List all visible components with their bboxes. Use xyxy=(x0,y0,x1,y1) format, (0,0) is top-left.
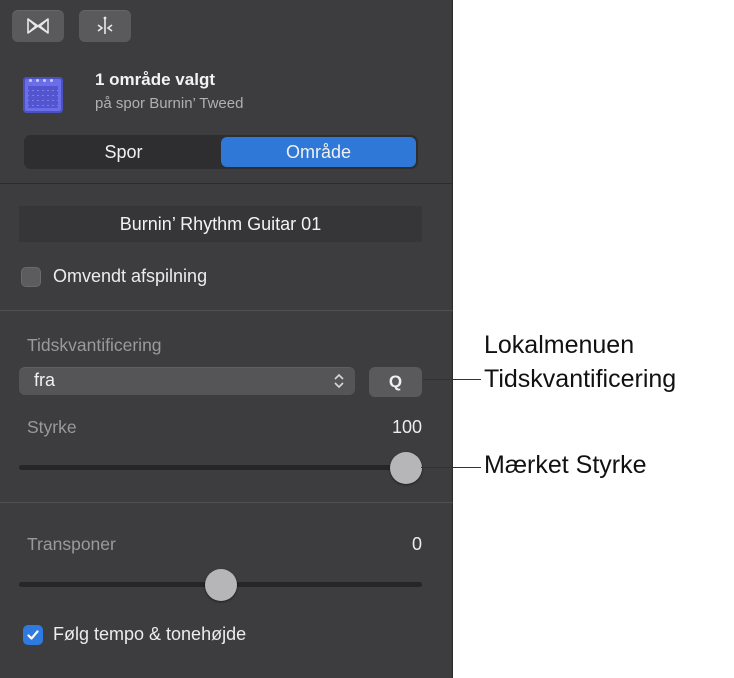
quantize-q-button[interactable]: Q xyxy=(369,367,422,397)
section-divider xyxy=(0,502,453,503)
chevron-up-down-icon xyxy=(334,373,344,389)
strength-label: Styrke xyxy=(27,417,77,437)
quantize-popup-menu[interactable]: fra xyxy=(19,367,355,395)
follow-tempo-label: Følg tempo & tonehøjde xyxy=(53,624,247,644)
header-divider xyxy=(0,183,453,184)
section-divider xyxy=(0,310,453,311)
strength-value: 100 xyxy=(391,417,422,437)
tuning-button[interactable] xyxy=(79,10,131,42)
quantize-callout-line xyxy=(423,379,481,380)
region-track-subtitle: på spor Burnin’ Tweed xyxy=(95,95,244,112)
transpose-value: 0 xyxy=(411,534,422,554)
quantize-callout-line2: Tidskvantificering xyxy=(484,365,677,393)
tuning-fork-icon xyxy=(97,16,113,34)
amp-icon xyxy=(23,77,63,113)
region-name-field[interactable]: Burnin’ Rhythm Guitar 01 xyxy=(19,206,422,242)
tab-region[interactable]: Område xyxy=(221,137,416,167)
strength-slider-knob[interactable] xyxy=(390,452,422,484)
transpose-label: Transponer xyxy=(27,534,116,554)
quantize-value: fra xyxy=(34,370,56,390)
strength-slider-track[interactable] xyxy=(19,465,422,470)
loop-button[interactable] xyxy=(12,10,64,42)
strength-callout-line xyxy=(421,467,481,468)
follow-tempo-checkbox[interactable] xyxy=(23,625,43,645)
track-region-segmented-control: Spor Område xyxy=(24,135,418,169)
inspector-panel: 1 område valgt på spor Burnin’ Tweed Spo… xyxy=(0,0,453,678)
strength-callout-text: Mærket Styrke xyxy=(484,451,647,479)
tab-track[interactable]: Spor xyxy=(26,137,221,167)
quantize-callout-line1: Lokalmenuen xyxy=(484,331,635,359)
loop-icon xyxy=(27,18,49,34)
checkmark-icon xyxy=(27,630,39,640)
quantize-label: Tidskvantificering xyxy=(27,335,162,355)
reverse-playback-checkbox[interactable] xyxy=(21,267,41,287)
region-selection-title: 1 område valgt xyxy=(95,70,215,89)
transpose-slider-knob[interactable] xyxy=(204,569,237,601)
reverse-playback-label: Omvendt afspilning xyxy=(53,266,208,286)
